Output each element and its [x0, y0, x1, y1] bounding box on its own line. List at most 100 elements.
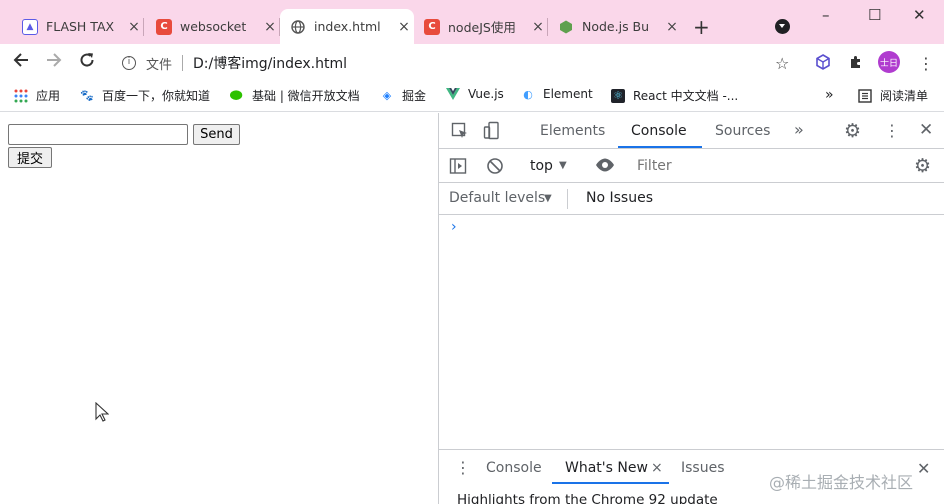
bookmark-label: Element: [543, 87, 593, 101]
console-settings-icon[interactable]: ⚙: [914, 155, 931, 177]
tab-sources[interactable]: Sources: [715, 123, 770, 139]
bookmark-element[interactable]: ◐ Element: [521, 87, 593, 101]
minimize-button[interactable]: –: [822, 6, 830, 24]
console-filter-input[interactable]: [637, 156, 887, 176]
bookmark-baidu[interactable]: 🐾 百度一下，你就知道: [80, 87, 210, 104]
send-button[interactable]: Send: [193, 124, 240, 145]
devtools-close-icon[interactable]: ✕: [919, 120, 933, 140]
live-expression-eye-icon[interactable]: [595, 157, 615, 176]
tab-flash-tax[interactable]: ▲ FLASH TAX ×: [12, 9, 144, 44]
more-tabs-button[interactable]: »: [794, 120, 804, 139]
watermark-text: @稀土掘金技术社区: [769, 473, 914, 492]
extensions-puzzle-icon[interactable]: [848, 54, 864, 74]
devtools-tabbar: Elements Console Sources » ⚙ ⋮ ✕: [439, 113, 944, 149]
console-prompt[interactable]: ›: [451, 219, 457, 235]
close-tab-icon[interactable]: ×: [528, 19, 548, 35]
devtools-drawer: ⋮ Console What's New × Issues ✕ Highligh…: [439, 449, 944, 504]
bookmark-vue[interactable]: Vue.js: [446, 87, 504, 101]
maximize-button[interactable]: ☐: [868, 6, 881, 24]
csdn-favicon: C: [156, 18, 172, 35]
csdn-favicon: C: [424, 18, 440, 35]
close-tab-icon[interactable]: ×: [394, 19, 414, 35]
bookmark-apps[interactable]: 应用: [14, 87, 60, 104]
drawer-tab-issues[interactable]: Issues: [681, 460, 725, 476]
baidu-paw-icon: 🐾: [80, 89, 94, 102]
bookmarks-bar: 应用 🐾 百度一下，你就知道 基础 | 微信开放文档 ◈ 掘金 Vue.js ◐…: [0, 81, 944, 112]
drawer-active-indicator: [552, 482, 669, 484]
juejin-icon: ◈: [382, 89, 392, 102]
bookmarks-overflow-button[interactable]: »: [825, 87, 834, 103]
bookmark-label: 基础 | 微信开放文档: [252, 89, 360, 103]
bookmark-label: 百度一下，你就知道: [102, 89, 211, 103]
nodejs-favicon: [558, 19, 574, 35]
tab-elements[interactable]: Elements: [540, 123, 605, 139]
flash-tax-favicon: ▲: [22, 18, 38, 35]
device-toolbar-icon[interactable]: [483, 121, 503, 144]
tab-title: FLASH TAX: [46, 19, 115, 34]
clear-console-icon[interactable]: [486, 157, 504, 178]
mouse-pointer-icon: [95, 401, 110, 425]
inspect-element-icon[interactable]: [451, 122, 469, 143]
tab-search-icon[interactable]: [775, 19, 790, 34]
drawer-tab-console[interactable]: Console: [486, 460, 542, 476]
drawer-close-icon[interactable]: ✕: [917, 459, 930, 478]
profile-avatar[interactable]: 士日: [878, 51, 900, 73]
whats-new-heading: Highlights from the Chrome 92 update: [457, 492, 718, 504]
bookmark-star-icon[interactable]: ☆: [775, 54, 789, 73]
close-tab-icon[interactable]: ×: [124, 19, 144, 35]
omnibox-divider: [182, 55, 184, 71]
issues-counter[interactable]: No Issues: [586, 190, 653, 206]
close-tab-icon[interactable]: ×: [662, 19, 682, 35]
back-icon[interactable]: [12, 50, 30, 74]
drawer-tab-close-icon[interactable]: ×: [651, 460, 663, 476]
window-close-button[interactable]: ✕: [913, 6, 926, 24]
active-tab-indicator: [618, 146, 702, 148]
devtools-settings-icon[interactable]: ⚙: [844, 120, 861, 142]
tab-title: index.html: [314, 19, 381, 34]
message-input[interactable]: [8, 124, 188, 145]
bookmark-label: React 中文文档 -...: [633, 89, 739, 103]
levels-dropdown-icon[interactable]: ▼: [544, 193, 552, 204]
bookmark-label: 掘金: [402, 89, 427, 103]
levels-divider: [567, 189, 568, 209]
url-text[interactable]: D:/博客img/index.html: [193, 53, 347, 73]
tab-nodejs-buffer[interactable]: Node.js Bu ×: [548, 9, 682, 44]
wechat-icon: [230, 89, 244, 103]
reload-icon[interactable]: [78, 50, 96, 74]
tab-nodejs[interactable]: C nodeJS使用 ×: [414, 9, 548, 44]
globe-icon: [290, 19, 306, 35]
drawer-tab-whats-new[interactable]: What's New: [565, 460, 648, 476]
bookmark-juejin[interactable]: ◈ 掘金: [380, 87, 426, 104]
log-levels-dropdown[interactable]: Default levels: [449, 190, 545, 206]
devtools-panel: Elements Console Sources » ⚙ ⋮ ✕ top ▼ ⚙…: [438, 113, 944, 504]
page-viewport: Send 提交: [0, 113, 438, 504]
sidebar-toggle-icon[interactable]: [449, 157, 467, 178]
react-icon: ⚛: [611, 88, 625, 103]
extension-cube-icon[interactable]: [815, 54, 831, 74]
reading-list-label: 阅读清单: [880, 89, 929, 103]
submit-button[interactable]: 提交: [8, 147, 52, 168]
bookmark-label: 应用: [36, 89, 61, 103]
tab-title: nodeJS使用: [448, 20, 516, 35]
drawer-menu-icon[interactable]: ⋮: [455, 458, 471, 477]
reading-list-button[interactable]: 阅读清单: [858, 87, 928, 104]
new-tab-button[interactable]: +: [693, 15, 710, 39]
tab-console[interactable]: Console: [631, 123, 687, 139]
tab-strip: ▲ FLASH TAX × C websocket × index.html ×…: [0, 0, 944, 44]
tab-websocket[interactable]: C websocket ×: [146, 9, 280, 44]
apps-grid-icon: [14, 89, 28, 103]
devtools-menu-icon[interactable]: ⋮: [884, 121, 900, 140]
bookmark-react[interactable]: ⚛ React 中文文档 -...: [611, 87, 738, 104]
reading-list-icon: [858, 88, 872, 103]
console-levels-bar: Default levels ▼ No Issues: [439, 183, 944, 215]
browser-menu-icon[interactable]: ⋮: [918, 54, 934, 73]
forward-icon[interactable]: [45, 50, 63, 74]
tab-index-html[interactable]: index.html ×: [280, 9, 414, 44]
vue-icon: [446, 87, 460, 101]
site-info-icon[interactable]: i: [122, 56, 136, 70]
close-tab-icon[interactable]: ×: [260, 19, 280, 35]
address-bar[interactable]: i 文件 D:/博客img/index.html: [108, 49, 808, 77]
context-dropdown-icon[interactable]: ▼: [559, 160, 567, 171]
bookmark-wechat-docs[interactable]: 基础 | 微信开放文档: [230, 87, 360, 104]
context-selector[interactable]: top: [530, 158, 553, 174]
